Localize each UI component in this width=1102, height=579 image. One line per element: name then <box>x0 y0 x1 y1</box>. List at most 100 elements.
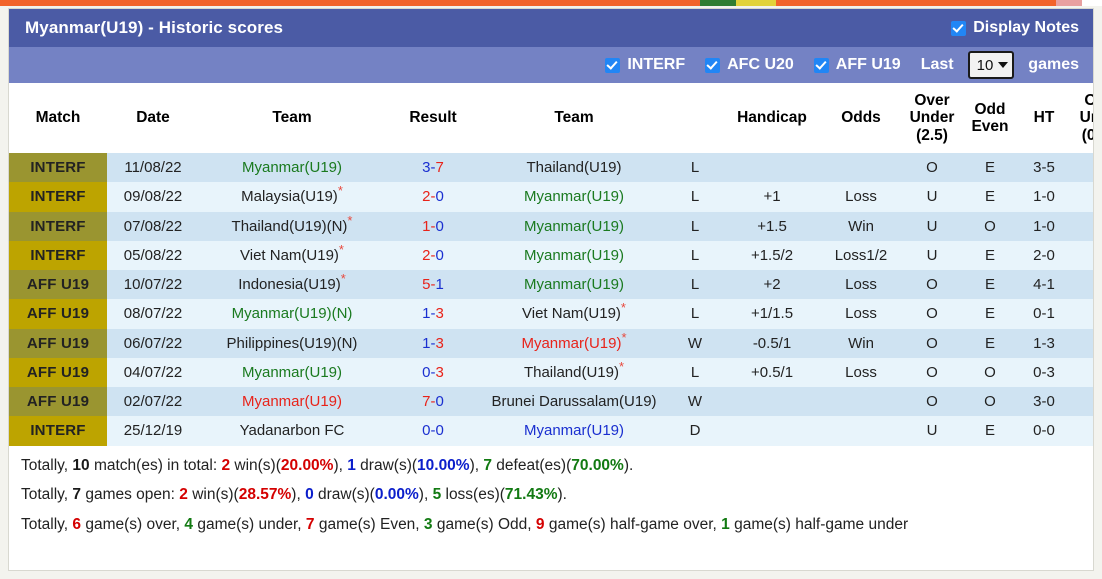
table-row[interactable]: AFF U19 08/07/22 Myanmar(U19)(N) 1-3 Viet Na… <box>9 299 1093 329</box>
cell-home-team[interactable]: Myanmar(U19)(N) <box>199 299 385 329</box>
cell-over-under-075: U <box>1071 416 1093 446</box>
table-row[interactable]: INTERF 07/08/22 Thailand(U19)(N)* 1-0 Myanma… <box>9 211 1093 241</box>
filter-aff-u19[interactable]: AFF U19 <box>813 56 901 74</box>
col-header-over-under-25[interactable]: Over Under (2.5) <box>901 83 963 154</box>
cell-odds <box>821 416 901 446</box>
cell-home-team[interactable]: Thailand(U19)(N)* <box>199 211 385 241</box>
cell-away-team[interactable]: Viet Nam(U19)* <box>481 299 667 329</box>
filter-afc-u20[interactable]: AFC U20 <box>705 56 794 74</box>
cell-home-team[interactable]: Indonesia(U19)* <box>199 270 385 300</box>
afc-u20-checkbox[interactable] <box>705 57 721 73</box>
score-away: 0 <box>435 188 444 206</box>
s3-t5: game(s) half-game over, <box>544 515 722 533</box>
s3-t2: game(s) under, <box>193 515 306 533</box>
interf-checkbox[interactable] <box>605 57 621 73</box>
filter-interf[interactable]: INTERF <box>605 56 685 74</box>
cell-outcome: W <box>667 387 723 417</box>
score-away: 0 <box>435 217 444 235</box>
s2-t7: ). <box>557 486 567 504</box>
col-header-team2[interactable]: Team <box>481 83 667 154</box>
s3-t4: game(s) Odd, <box>432 515 536 533</box>
s1-total: 10 <box>72 456 90 474</box>
s2-t5: ), <box>418 486 433 504</box>
cell-away-team[interactable]: Myanmar(U19) <box>481 182 667 212</box>
last-games-selector-group: Last 10 games <box>921 51 1079 79</box>
col-header-ht[interactable]: HT <box>1017 83 1071 154</box>
col-header-date[interactable]: Date <box>107 83 199 154</box>
neutral-venue-star-icon: * <box>347 212 353 228</box>
cell-away-team[interactable]: Myanmar(U19) <box>481 270 667 300</box>
cell-home-team[interactable]: Myanmar(U19) <box>199 387 385 417</box>
col-header-team1[interactable]: Team <box>199 83 385 154</box>
cell-away-team[interactable]: Myanmar(U19) <box>481 240 667 271</box>
table-row[interactable]: INTERF 11/08/22 Myanmar(U19) 3-7 Thailand(U1… <box>9 153 1093 183</box>
away-team-name: Myanmar(U19) <box>523 276 625 294</box>
s3-t6: game(s) half-game under <box>729 515 909 533</box>
cell-odd-even: O <box>963 357 1017 388</box>
table-row[interactable]: INTERF 25/12/19 Yadanarbon FC 0-0 Myanmar(U1… <box>9 416 1093 446</box>
col-header-result[interactable]: Result <box>385 83 481 154</box>
cell-over-under-075: O <box>1071 387 1093 417</box>
score-away: 0 <box>435 393 444 411</box>
col-header-over-under-075[interactable]: Over Under (0.75) <box>1071 83 1093 154</box>
col-header-match[interactable]: Match <box>9 83 107 154</box>
cell-home-team[interactable]: Malaysia(U19)* <box>199 182 385 212</box>
cell-half-time: 3-0 <box>1017 387 1071 417</box>
neutral-venue-star-icon: * <box>340 271 346 287</box>
score-away: 3 <box>435 305 444 323</box>
cell-home-team[interactable]: Yadanarbon FC <box>199 416 385 446</box>
display-notes-toggle[interactable]: Display Notes <box>951 19 1079 37</box>
cell-over-under-25: O <box>901 270 963 300</box>
cell-half-time: 0-3 <box>1017 357 1071 388</box>
cell-match: AFF U19 <box>9 299 107 329</box>
table-row[interactable]: AFF U19 06/07/22 Philippines(U19)(N) 1-3 Mya… <box>9 328 1093 358</box>
cell-away-team[interactable]: Brunei Darussalam(U19) <box>481 387 667 417</box>
home-team-name: Viet Nam(U19) <box>240 246 339 264</box>
s2-t2: win(s)( <box>187 486 239 504</box>
cell-home-team[interactable]: Myanmar(U19) <box>199 153 385 183</box>
table-row[interactable]: AFF U19 04/07/22 Myanmar(U19) 0-3 Thailand(U… <box>9 357 1093 388</box>
s2-losses: 5 <box>432 486 442 504</box>
score-home: 0 <box>422 422 431 440</box>
cell-home-team[interactable]: Myanmar(U19) <box>199 357 385 388</box>
cell-handicap: +1/1.5 <box>723 299 821 329</box>
cell-result: 0-3 <box>385 357 481 388</box>
historic-scores-panel: Myanmar(U19) - Historic scores Display N… <box>8 8 1094 571</box>
cell-result: 1-3 <box>385 299 481 329</box>
col-header-handicap[interactable]: Handicap <box>723 83 821 154</box>
score-home: 1 <box>422 217 431 235</box>
cell-odds <box>821 153 901 183</box>
col-header-odd-even[interactable]: Odd Even <box>963 83 1017 154</box>
cell-handicap: +1.5 <box>723 211 821 241</box>
away-team-name: Myanmar(U19) <box>523 188 625 206</box>
aff-u19-checkbox[interactable] <box>813 57 829 73</box>
table-row[interactable]: INTERF 05/08/22 Viet Nam(U19)* 2-0 Myanmar(U… <box>9 240 1093 271</box>
s2-draws: 0 <box>305 486 314 504</box>
cell-away-team[interactable]: Thailand(U19) <box>481 153 667 183</box>
cell-away-team[interactable]: Thailand(U19)* <box>481 357 667 388</box>
display-notes-checkbox[interactable] <box>951 20 967 36</box>
away-team-name: Myanmar(U19) <box>523 246 625 264</box>
away-team-name: Thailand(U19) <box>526 159 622 177</box>
last-label: Last <box>920 56 954 73</box>
cell-home-team[interactable]: Viet Nam(U19)* <box>199 240 385 271</box>
score-home: 2 <box>422 188 431 206</box>
cell-odds: Loss <box>821 357 901 388</box>
cell-away-team[interactable]: Myanmar(U19)* <box>481 328 667 358</box>
score-home: 7 <box>422 393 431 411</box>
col-header-odds[interactable]: Odds <box>821 83 901 154</box>
cell-half-time: 0-1 <box>1017 299 1071 329</box>
table-row[interactable]: AFF U19 10/07/22 Indonesia(U19)* 5-1 Myanmar… <box>9 270 1093 300</box>
score-home: 3 <box>422 159 431 177</box>
cell-result: 1-0 <box>385 211 481 241</box>
cell-away-team[interactable]: Myanmar(U19) <box>481 416 667 446</box>
cell-odd-even: E <box>963 153 1017 183</box>
cell-outcome: L <box>667 182 723 212</box>
cell-half-time: 1-0 <box>1017 211 1071 241</box>
s3-t3: game(s) Even, <box>314 515 424 533</box>
table-row[interactable]: AFF U19 02/07/22 Myanmar(U19) 7-0 Brunei Dar… <box>9 387 1093 417</box>
cell-home-team[interactable]: Philippines(U19)(N) <box>199 328 385 358</box>
table-row[interactable]: INTERF 09/08/22 Malaysia(U19)* 2-0 Myanmar(U… <box>9 182 1093 212</box>
last-games-select[interactable]: 10 <box>967 51 1015 79</box>
cell-away-team[interactable]: Myanmar(U19) <box>481 211 667 241</box>
